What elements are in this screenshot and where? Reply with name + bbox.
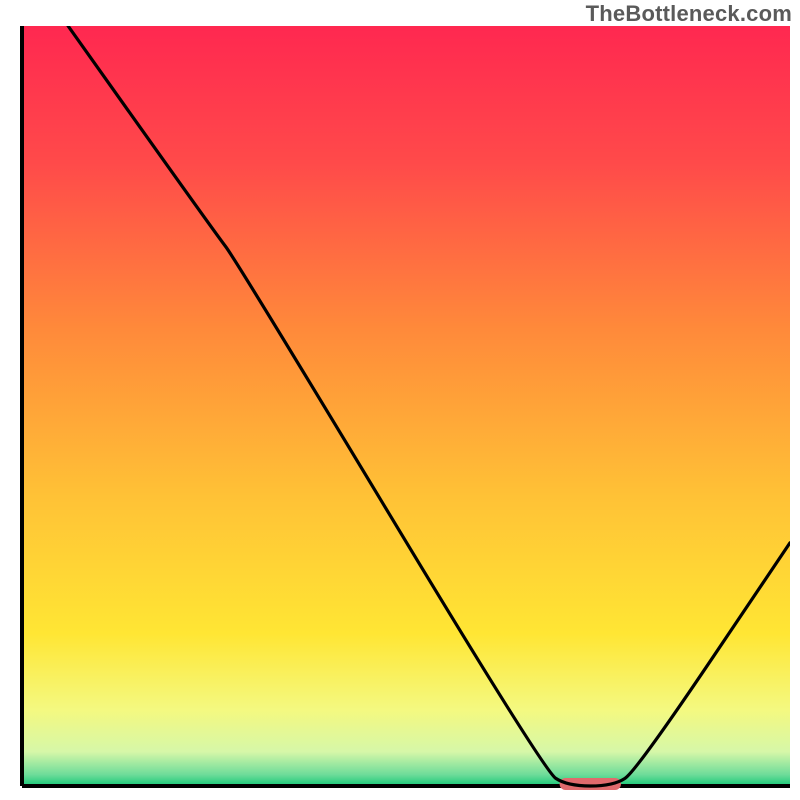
watermark-text: TheBottleneck.com bbox=[586, 0, 792, 28]
plot-background bbox=[22, 26, 790, 786]
bottleneck-chart bbox=[18, 26, 790, 790]
chart-container: TheBottleneck.com bbox=[0, 0, 800, 800]
